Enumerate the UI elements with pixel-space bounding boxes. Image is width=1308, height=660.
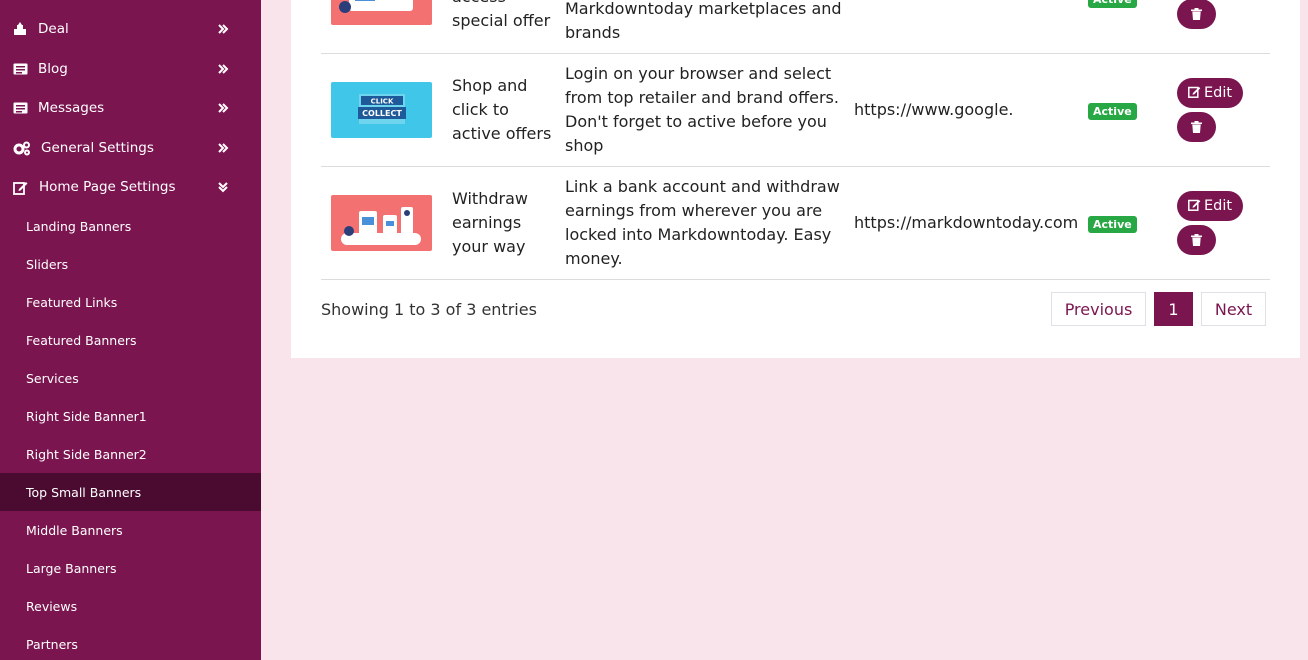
table-info: Showing 1 to 3 of 3 entries (321, 300, 537, 319)
row-divider (321, 53, 1270, 54)
messages-icon (12, 100, 28, 116)
sidebar-subitem-label: Middle Banners (26, 522, 123, 538)
sidebar-item-messages[interactable]: Messages (0, 90, 261, 126)
sidebar-item-deal[interactable]: Deal (0, 11, 261, 47)
sidebar-item-general-settings[interactable]: General Settings (0, 130, 261, 166)
sidebar-item-label: Messages (38, 100, 105, 116)
trash-icon (1191, 231, 1202, 250)
sidebar-subitem-sliders[interactable]: Sliders (0, 245, 261, 283)
sidebar-item-label: Blog (38, 61, 68, 77)
banner-link[interactable]: https://markdowntoday.com (854, 211, 1078, 235)
sidebar-subitem-label: Reviews (26, 598, 78, 614)
pagination-previous[interactable]: Previous (1051, 292, 1146, 326)
sidebar-subitem-right-side-banner1[interactable]: Right Side Banner1 (0, 397, 261, 435)
banner-title: accessspecial offer (452, 0, 551, 30)
sidebar-subitem-right-side-banner2[interactable]: Right Side Banner2 (0, 435, 261, 473)
pagination-next[interactable]: Next (1201, 292, 1266, 326)
status-badge: Active (1088, 0, 1137, 8)
sidebar-item-home-page-settings[interactable]: Home Page Settings (0, 169, 261, 205)
trash-icon (1191, 5, 1202, 24)
sidebar-subitem-label: Landing Banners (26, 218, 132, 234)
sidebar-subitem-large-banners[interactable]: Large Banners (0, 549, 261, 587)
sidebar-subitem-featured-links[interactable]: Featured Links (0, 283, 261, 321)
sidebar-subitem-label: Top Small Banners (26, 484, 142, 500)
chevron-double-down-icon (216, 180, 230, 194)
edit-icon (1188, 198, 1201, 215)
delete-button[interactable] (1177, 0, 1216, 29)
row-divider (321, 279, 1270, 280)
banner-title: Shop and click to active offers (452, 76, 552, 143)
gears-icon (12, 140, 32, 156)
sidebar-subitem-landing-banners[interactable]: Landing Banners (0, 207, 261, 245)
sidebar-subitem-label: Sliders (26, 256, 69, 272)
sidebar-subitem-featured-banners[interactable]: Featured Banners (0, 321, 261, 359)
thumb-text: CLICK (371, 98, 394, 106)
sidebar-subitem-top-small-banners[interactable]: Top Small Banners (0, 473, 261, 511)
sidebar-subitem-services[interactable]: Services (0, 359, 261, 397)
edit-button[interactable]: Edit (1177, 191, 1243, 221)
delete-button[interactable] (1177, 112, 1216, 142)
banner-thumbnail (331, 195, 432, 251)
sidebar-subitem-label: Partners (26, 636, 78, 652)
sidebar: Deal Blog Messages General Settings Home… (0, 0, 261, 660)
blog-icon (12, 61, 28, 77)
banner-description: Markdowntoday marketplaces and brands (565, 0, 842, 42)
sidebar-subitem-reviews[interactable]: Reviews (0, 587, 261, 625)
status-badge: Active (1088, 216, 1137, 233)
trash-icon (1191, 118, 1202, 137)
sidebar-subitem-label: Featured Banners (26, 332, 137, 348)
sidebar-subitem-label: Right Side Banner2 (26, 446, 147, 462)
sidebar-item-label: Home Page Settings (39, 179, 176, 195)
banner-link[interactable]: https://www.google. (854, 98, 1014, 122)
delete-button[interactable] (1177, 225, 1216, 255)
sidebar-subitem-label: Large Banners (26, 560, 117, 576)
banner-thumbnail (331, 0, 432, 25)
banner-link[interactable]: # (854, 0, 867, 7)
sidebar-subitem-partners[interactable]: Partners (0, 625, 261, 660)
edit-button[interactable]: Edit (1177, 78, 1243, 108)
sidebar-item-blog[interactable]: Blog (0, 51, 261, 87)
chevron-double-right-icon (216, 141, 230, 155)
chevron-double-right-icon (216, 62, 230, 76)
deal-icon (12, 21, 28, 37)
sidebar-subitem-label: Right Side Banner1 (26, 408, 147, 424)
edit-icon (1188, 85, 1201, 102)
edit-icon (12, 179, 28, 195)
edit-label: Edit (1203, 85, 1233, 101)
banner-description: Login on your browser and select from top… (565, 64, 839, 155)
thumb-text: COLLECT (362, 109, 402, 118)
sidebar-item-label: General Settings (41, 140, 154, 156)
edit-label: Edit (1203, 198, 1233, 214)
pagination-page-1[interactable]: 1 (1154, 292, 1193, 326)
banner-title: Withdraw earnings your way (452, 189, 528, 256)
row-divider (321, 166, 1270, 167)
sidebar-item-label: Deal (38, 21, 69, 37)
sidebar-subitem-label: Featured Links (26, 294, 118, 310)
status-badge: Active (1088, 103, 1137, 120)
sidebar-subitem-label: Services (26, 370, 79, 386)
banner-thumbnail: CLICK COLLECT (331, 82, 432, 138)
banner-description: Link a bank account and withdraw earnings… (565, 177, 840, 268)
sidebar-subitem-middle-banners[interactable]: Middle Banners (0, 511, 261, 549)
chevron-double-right-icon (216, 22, 230, 36)
chevron-double-right-icon (216, 101, 230, 115)
